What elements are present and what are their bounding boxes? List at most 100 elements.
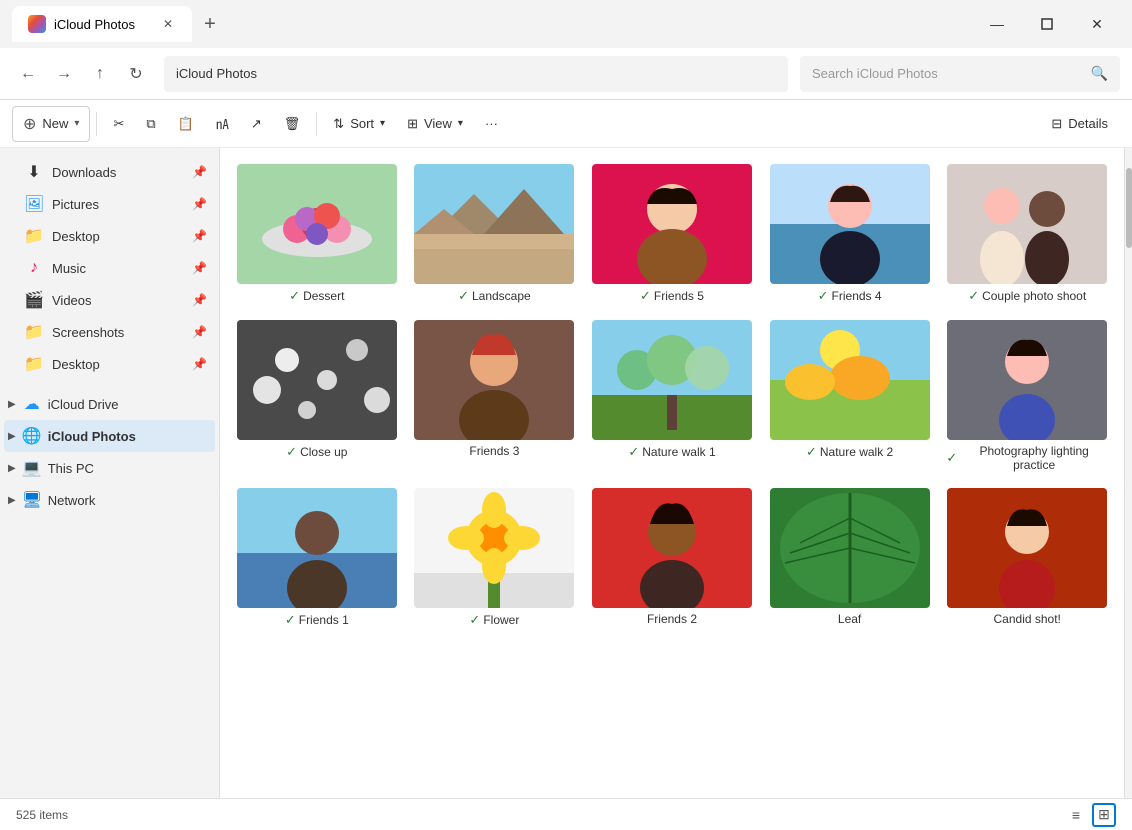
photo-item-friends5[interactable]: ✓ Friends 5: [591, 164, 753, 304]
photo-label-friends2: Friends 2: [647, 612, 697, 626]
photo-item-friends1[interactable]: ✓ Friends 1: [236, 488, 398, 628]
sidebar-section-this-pc[interactable]: ▶ 💻 This PC: [4, 452, 215, 484]
cut-icon: ✂: [113, 116, 124, 132]
photo-item-landscape[interactable]: ✓ Landscape: [414, 164, 576, 304]
tab-container: iCloud Photos ✕ +: [12, 6, 966, 42]
more-icon: ···: [485, 116, 498, 131]
sidebar-section-icloud-drive[interactable]: ▶ ☁ iCloud Drive: [4, 388, 215, 420]
sidebar-label-desktop1: Desktop: [52, 229, 100, 244]
photo-item-friends2[interactable]: Friends 2: [591, 488, 753, 628]
sidebar-item-pictures[interactable]: 🖼 Pictures 📌: [4, 188, 215, 220]
photo-label-dessert: ✓ Dessert: [289, 288, 344, 304]
close-window-button[interactable]: ✕: [1074, 8, 1120, 40]
desktop2-icon: 📁: [24, 354, 44, 374]
list-view-icon: ≡: [1072, 807, 1080, 823]
nav-up-button[interactable]: ↑: [84, 58, 116, 90]
nav-back-button[interactable]: ←: [12, 58, 44, 90]
music-icon: ♪: [24, 259, 44, 277]
photo-item-dessert[interactable]: ✓ Dessert: [236, 164, 398, 304]
desktop1-icon: 📁: [24, 226, 44, 246]
sidebar-label-icloud-photos: iCloud Photos: [48, 429, 136, 444]
delete-button[interactable]: 🗑: [274, 106, 311, 142]
content-area: ✓ Dessert ✓ Landsca: [220, 148, 1124, 798]
toolbar-separator-1: [96, 112, 97, 136]
photo-item-closeup[interactable]: ✓ Close up: [236, 320, 398, 472]
photo-item-candid[interactable]: Candid shot!: [946, 488, 1108, 628]
sort-button[interactable]: ⇅ Sort ▾: [323, 106, 395, 142]
videos-icon: 🎬: [24, 290, 44, 310]
address-field[interactable]: iCloud Photos: [164, 56, 788, 92]
photo-thumb-naturewalk2: [770, 320, 930, 440]
sort-chevron-icon: ▾: [380, 118, 385, 129]
search-box[interactable]: Search iCloud Photos 🔍: [800, 56, 1120, 92]
screenshots-icon: 📁: [24, 322, 44, 342]
photo-thumb-closeup: [237, 320, 397, 440]
more-button[interactable]: ···: [475, 106, 508, 142]
photo-thumb-landscape: [414, 164, 574, 284]
delete-icon: 🗑: [284, 116, 301, 132]
share-button[interactable]: ↗: [241, 106, 272, 142]
network-chevron-icon: ▶: [8, 495, 16, 506]
scrollbar-track[interactable]: [1124, 148, 1132, 798]
photo-item-naturewalk2[interactable]: ✓ Nature walk 2: [769, 320, 931, 472]
photo-label-flower: ✓ Flower: [469, 612, 519, 628]
photo-label-candid: Candid shot!: [994, 612, 1061, 626]
sidebar-section-network[interactable]: ▶ 🖥 Network: [4, 484, 215, 516]
sidebar-item-videos[interactable]: 🎬 Videos 📌: [4, 284, 215, 316]
copy-button[interactable]: ⧉: [136, 106, 165, 142]
restore-button[interactable]: [1024, 8, 1070, 40]
sidebar-item-downloads[interactable]: ⬇ Downloads 📌: [4, 156, 215, 188]
scrollbar-thumb[interactable]: [1126, 168, 1132, 248]
sort-icon: ⇅: [333, 116, 344, 132]
sidebar-label-network: Network: [48, 493, 96, 508]
new-tab-button[interactable]: +: [196, 10, 224, 38]
pin-icon-pictures: 📌: [192, 197, 207, 211]
cut-button[interactable]: ✂: [103, 106, 134, 142]
paste-button[interactable]: 📋: [168, 106, 204, 142]
sidebar-label-screenshots: Screenshots: [52, 325, 124, 340]
pictures-icon: 🖼: [24, 194, 44, 214]
view-icon: ⊞: [407, 116, 418, 132]
sidebar-section-icloud-photos[interactable]: ▶ 🌐 iCloud Photos: [4, 420, 215, 452]
this-pc-icon: 💻: [22, 458, 42, 478]
this-pc-chevron-icon: ▶: [8, 463, 16, 474]
sidebar-item-music[interactable]: ♪ Music 📌: [4, 252, 215, 284]
photo-item-leaf[interactable]: Leaf: [769, 488, 931, 628]
list-view-button[interactable]: ≡: [1064, 803, 1088, 827]
photo-label-friends1: ✓ Friends 1: [285, 612, 349, 628]
photo-item-naturewalk1[interactable]: ✓ Nature walk 1: [591, 320, 753, 472]
grid-view-icon: ⊞: [1098, 806, 1110, 823]
photo-item-flower[interactable]: ✓ Flower: [414, 488, 576, 628]
details-button[interactable]: ⊟ Details: [1039, 106, 1120, 142]
sidebar: ⬇ Downloads 📌 🖼 Pictures 📌 📁 Desktop 📌 ♪…: [0, 148, 220, 798]
sidebar-item-desktop2[interactable]: 📁 Desktop 📌: [4, 348, 215, 380]
view-label: View: [424, 116, 452, 131]
rename-button[interactable]: ㎁: [206, 106, 239, 142]
nav-forward-button[interactable]: →: [48, 58, 80, 90]
photo-item-photography[interactable]: ✓ Photography lighting practice: [946, 320, 1108, 472]
copy-icon: ⧉: [146, 116, 155, 132]
sidebar-item-screenshots[interactable]: 📁 Screenshots 📌: [4, 316, 215, 348]
active-tab[interactable]: iCloud Photos ✕: [12, 6, 192, 42]
photo-item-friends4[interactable]: ✓ Friends 4: [769, 164, 931, 304]
sidebar-item-desktop1[interactable]: 📁 Desktop 📌: [4, 220, 215, 252]
view-chevron-icon: ▾: [458, 118, 463, 129]
grid-view-button[interactable]: ⊞: [1092, 803, 1116, 827]
downloads-icon: ⬇: [24, 162, 44, 182]
sidebar-divider-1: [0, 380, 219, 388]
photo-item-friends3[interactable]: Friends 3: [414, 320, 576, 472]
rename-icon: ㎁: [216, 114, 229, 133]
icloud-drive-icon: ☁: [22, 394, 42, 414]
minimize-button[interactable]: —: [974, 8, 1020, 40]
photo-item-couple[interactable]: ✓ Couple photo shoot: [946, 164, 1108, 304]
icloud-drive-chevron-icon: ▶: [8, 399, 16, 410]
photo-label-naturewalk2: ✓ Nature walk 2: [806, 444, 893, 460]
sync-check-icon-10: ✓: [285, 612, 296, 628]
new-button[interactable]: ⊕ New ▾: [12, 106, 90, 142]
tab-close-button[interactable]: ✕: [160, 16, 176, 32]
sync-check-icon-4: ✓: [818, 288, 829, 304]
nav-refresh-button[interactable]: ↻: [120, 58, 152, 90]
view-button[interactable]: ⊞ View ▾: [397, 106, 473, 142]
statusbar-right: ≡ ⊞: [1064, 803, 1116, 827]
toolbar: ⊕ New ▾ ✂ ⧉ 📋 ㎁ ↗ 🗑 ⇅ Sort ▾ ⊞ View ▾ ··…: [0, 100, 1132, 148]
